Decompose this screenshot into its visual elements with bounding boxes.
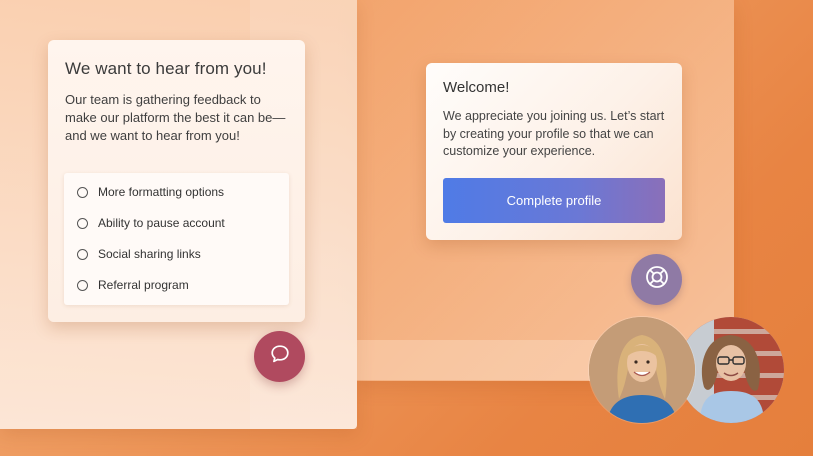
welcome-card: Welcome! We appreciate you joining us. L… (426, 63, 682, 240)
option-social-sharing[interactable]: Social sharing links (77, 245, 201, 263)
complete-profile-button[interactable]: Complete profile (443, 178, 665, 223)
option-label: Ability to pause account (98, 216, 225, 230)
option-label: Social sharing links (98, 247, 201, 261)
welcome-title: Welcome! (443, 79, 510, 96)
option-label: Referral program (98, 278, 189, 292)
feedback-title: We want to hear from you! (65, 59, 267, 78)
welcome-description: We appreciate you joining us. Let’s star… (443, 109, 665, 158)
chat-bubble-icon (269, 343, 291, 370)
chat-button[interactable] (254, 331, 305, 382)
option-label: More formatting options (98, 185, 225, 199)
option-pause-account[interactable]: Ability to pause account (77, 214, 225, 232)
feedback-description: Our team is gathering feedback to make o… (65, 92, 286, 143)
radio-button[interactable] (77, 279, 88, 291)
avatar-team-member-1 (589, 317, 695, 423)
radio-button[interactable] (77, 217, 88, 229)
feedback-options: More formatting options Ability to pause… (64, 173, 289, 305)
radio-button[interactable] (77, 248, 88, 260)
help-button[interactable] (631, 254, 682, 305)
feedback-card: We want to hear from you! Our team is ga… (48, 40, 305, 322)
option-formatting[interactable]: More formatting options (77, 183, 224, 201)
radio-button[interactable] (77, 186, 88, 198)
option-referral[interactable]: Referral program (77, 276, 189, 294)
lifebuoy-icon (644, 264, 670, 295)
